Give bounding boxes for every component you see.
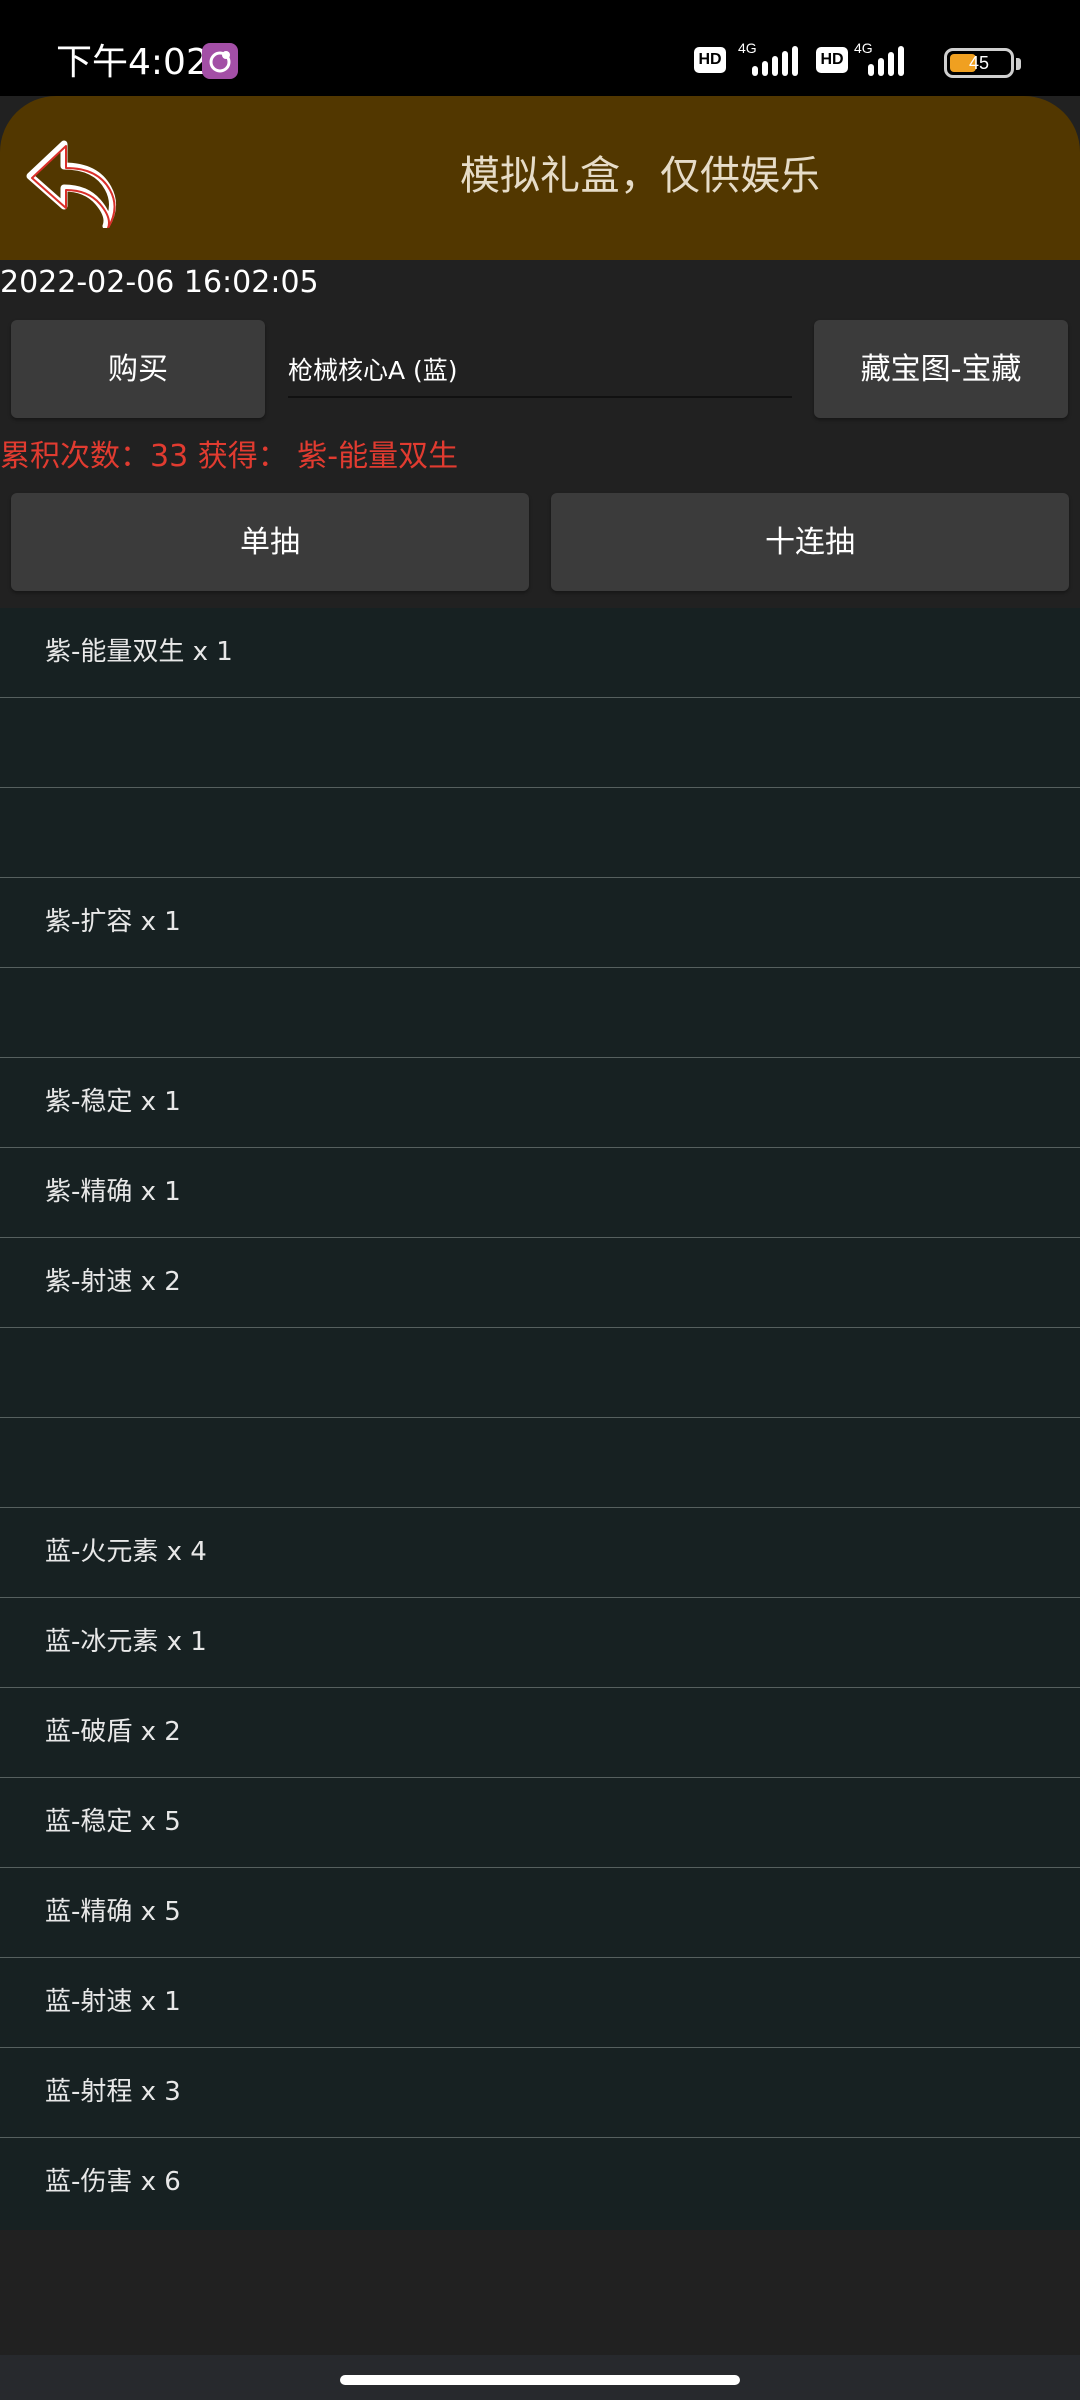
list-item-label: 蓝-射速 x 1 <box>45 1987 181 2017</box>
battery-icon: 45 <box>944 48 1014 78</box>
list-item[interactable] <box>0 1418 1080 1508</box>
list-item[interactable]: 紫-稳定 x 1 <box>0 1058 1080 1148</box>
result-list[interactable]: 紫-能量双生 x 1 紫-扩容 x 1 紫-稳定 x 1 紫-精确 x 1 紫-… <box>0 608 1080 2230</box>
list-item[interactable]: 蓝-稳定 x 5 <box>0 1778 1080 1868</box>
hd-badge: HD <box>694 47 726 73</box>
list-item-label: 紫-精确 x 1 <box>45 1177 181 1207</box>
ten-draw-button[interactable]: 十连抽 <box>551 493 1069 591</box>
buy-button[interactable]: 购买 <box>11 320 265 418</box>
navigation-bar <box>0 2355 1080 2400</box>
signal-strength-icon <box>740 46 800 76</box>
game-app-icon <box>202 43 238 79</box>
list-item[interactable] <box>0 788 1080 878</box>
list-item[interactable]: 蓝-冰元素 x 1 <box>0 1598 1080 1688</box>
timestamp: 2022-02-06 16:02:05 <box>0 265 319 300</box>
list-item[interactable] <box>0 968 1080 1058</box>
status-time: 下午4:02 <box>56 42 209 83</box>
list-item-label: 紫-能量双生 x 1 <box>45 637 233 667</box>
header-bar: 模拟礼盒，仅供娱乐 <box>0 96 1080 260</box>
list-item-label: 蓝-破盾 x 2 <box>45 1717 181 1747</box>
battery-nub <box>1016 58 1021 70</box>
list-item[interactable] <box>0 698 1080 788</box>
page-title: 模拟礼盒，仅供娱乐 <box>460 153 820 199</box>
list-item[interactable]: 蓝-射程 x 3 <box>0 2048 1080 2138</box>
list-item-label: 蓝-精确 x 5 <box>45 1897 181 1927</box>
list-item-label: 蓝-伤害 x 6 <box>45 2167 181 2197</box>
list-item[interactable]: 蓝-精确 x 5 <box>0 1868 1080 1958</box>
list-item[interactable]: 紫-扩容 x 1 <box>0 878 1080 968</box>
status-indicators: HD 4G HD 4G 45 <box>694 40 1024 84</box>
list-item[interactable]: 紫-能量双生 x 1 <box>0 608 1080 698</box>
list-item[interactable]: 紫-精确 x 1 <box>0 1148 1080 1238</box>
list-item-label: 蓝-稳定 x 5 <box>45 1807 181 1837</box>
screen: 下午4:02 HD 4G HD 4G 45 模拟礼盒，仅供娱乐 2022-02-… <box>0 0 1080 2400</box>
home-indicator[interactable] <box>340 2375 740 2385</box>
list-item[interactable]: 蓝-火元素 x 4 <box>0 1508 1080 1598</box>
list-item[interactable]: 蓝-破盾 x 2 <box>0 1688 1080 1778</box>
hd-badge-2: HD <box>816 47 848 73</box>
list-item[interactable] <box>0 1328 1080 1418</box>
back-arrow-icon <box>26 140 116 230</box>
list-item-label: 蓝-射程 x 3 <box>45 2077 181 2107</box>
item-selector-field[interactable]: 枪械核心A (蓝) <box>288 340 792 398</box>
list-item-label: 蓝-火元素 x 4 <box>45 1537 207 1567</box>
back-button[interactable] <box>20 132 120 230</box>
list-item[interactable]: 蓝-伤害 x 6 <box>0 2138 1080 2227</box>
draw-stats: 累积次数：33 获得： 紫-能量双生 <box>0 439 459 474</box>
list-item[interactable]: 蓝-射速 x 1 <box>0 1958 1080 2048</box>
signal-strength-icon-2 <box>862 46 918 76</box>
status-bar: 下午4:02 HD 4G HD 4G 45 <box>0 0 1080 96</box>
battery-percentage: 45 <box>968 53 990 73</box>
list-item-label: 紫-稳定 x 1 <box>45 1087 181 1117</box>
treasure-map-button[interactable]: 藏宝图-宝藏 <box>814 320 1068 418</box>
list-item-label: 紫-射速 x 2 <box>45 1267 181 1297</box>
single-draw-button[interactable]: 单抽 <box>11 493 529 591</box>
list-item-label: 蓝-冰元素 x 1 <box>45 1627 207 1657</box>
list-item[interactable]: 紫-射速 x 2 <box>0 1238 1080 1328</box>
list-item-label: 紫-扩容 x 1 <box>45 907 181 937</box>
